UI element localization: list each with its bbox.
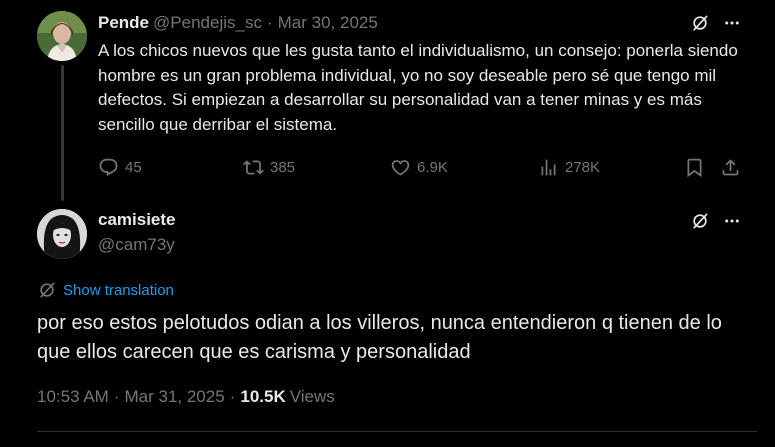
globe-icon	[40, 282, 55, 298]
like-count: 6.9K	[417, 158, 448, 176]
thread-connector-line	[61, 65, 64, 201]
bookmark-icon	[687, 158, 702, 177]
repost-button[interactable]: 385	[243, 155, 295, 179]
tweet-date[interactable]: Mar 30, 2025	[278, 13, 378, 33]
tweet-date[interactable]: Mar 31, 2025	[125, 387, 225, 407]
tweet-text: A los chicos nuevos que les gusta tanto …	[98, 41, 738, 134]
author-handle[interactable]: @Pendejis_sc	[153, 13, 262, 33]
bookmark-button[interactable]	[684, 155, 705, 179]
views-button[interactable]: 278K	[538, 155, 600, 179]
divider	[37, 431, 757, 432]
tweet-thread: Pende @Pendejis_sc · Mar 30, 2025 A los …	[0, 0, 775, 447]
meta-separator: ·	[113, 387, 120, 406]
header-separator: ·	[266, 13, 273, 32]
tweet-time[interactable]: 10:53 AM	[37, 387, 109, 407]
tweet-meta: 10:53 AM · Mar 31, 2025 · 10.5K Views	[37, 387, 335, 407]
author-handle[interactable]: @cam73y	[98, 235, 175, 255]
grok-icon[interactable]	[688, 209, 712, 233]
more-icon[interactable]	[720, 209, 744, 233]
author-name[interactable]: camisiete	[98, 210, 176, 230]
reply-count: 45	[125, 158, 142, 176]
views-count: 278K	[565, 158, 601, 176]
share-icon	[722, 158, 739, 175]
more-icon[interactable]	[720, 11, 744, 35]
avatar[interactable]	[37, 209, 87, 259]
show-translation-label[interactable]: Show translation	[63, 282, 174, 299]
grok-icon[interactable]	[688, 11, 712, 35]
author-name[interactable]: Pende	[98, 13, 149, 33]
tweet-text: por eso estos pelotudos odian a los vill…	[37, 312, 722, 363]
views-label: Views	[289, 387, 335, 406]
meta-separator: ·	[229, 387, 236, 406]
analytics-icon	[541, 159, 556, 175]
tweet-header: Pende @Pendejis_sc · Mar 30, 2025	[98, 12, 378, 34]
show-translation-link[interactable]: Show translation	[37, 280, 174, 300]
heart-icon	[391, 159, 410, 176]
avatar[interactable]	[37, 11, 87, 61]
repost-count: 385	[270, 158, 296, 176]
repost-icon	[243, 159, 264, 175]
like-button[interactable]: 6.9K	[390, 155, 448, 179]
reply-icon	[99, 158, 118, 176]
share-button[interactable]	[720, 155, 741, 179]
views-count: 10.5K	[240, 387, 286, 406]
reply-button[interactable]: 45	[98, 155, 142, 179]
